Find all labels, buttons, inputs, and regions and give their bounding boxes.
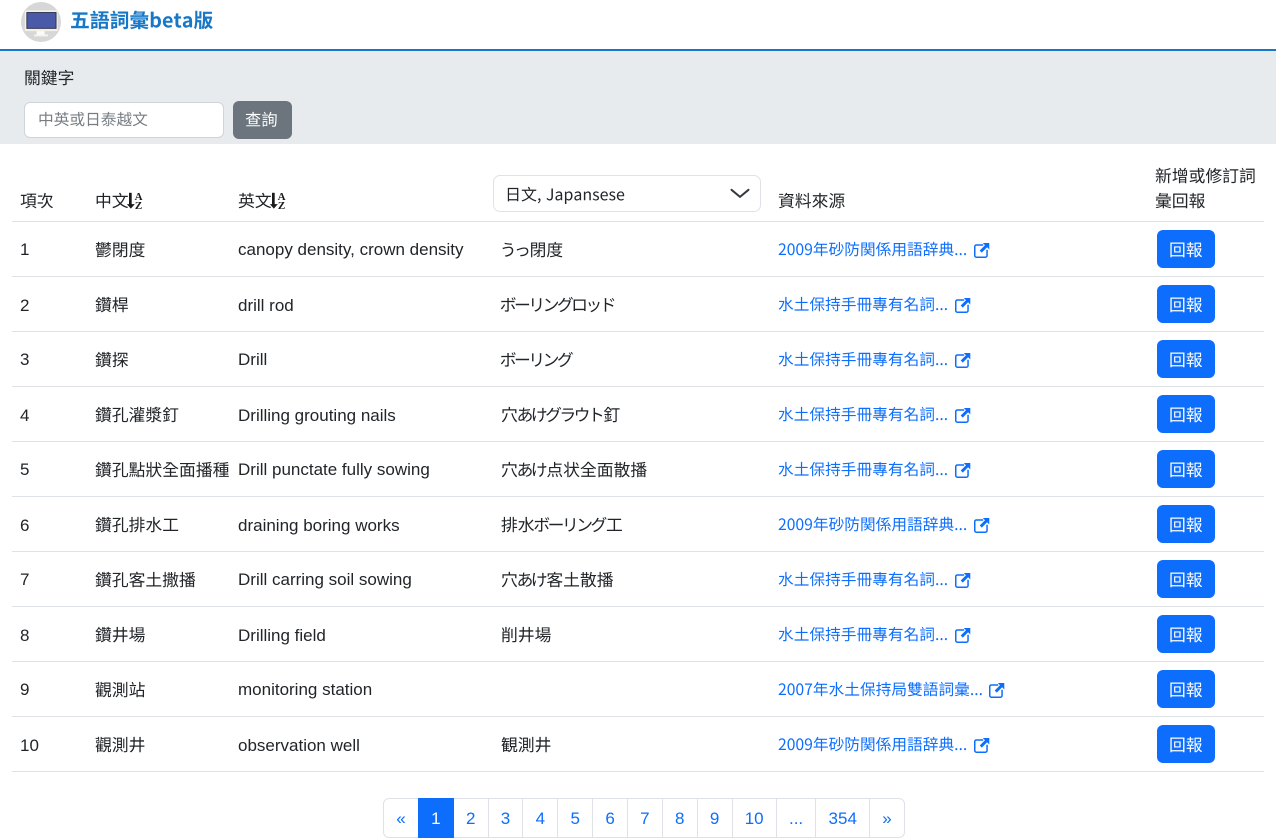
svg-text:Z: Z [135,200,142,211]
svg-text:Z: Z [278,200,285,211]
